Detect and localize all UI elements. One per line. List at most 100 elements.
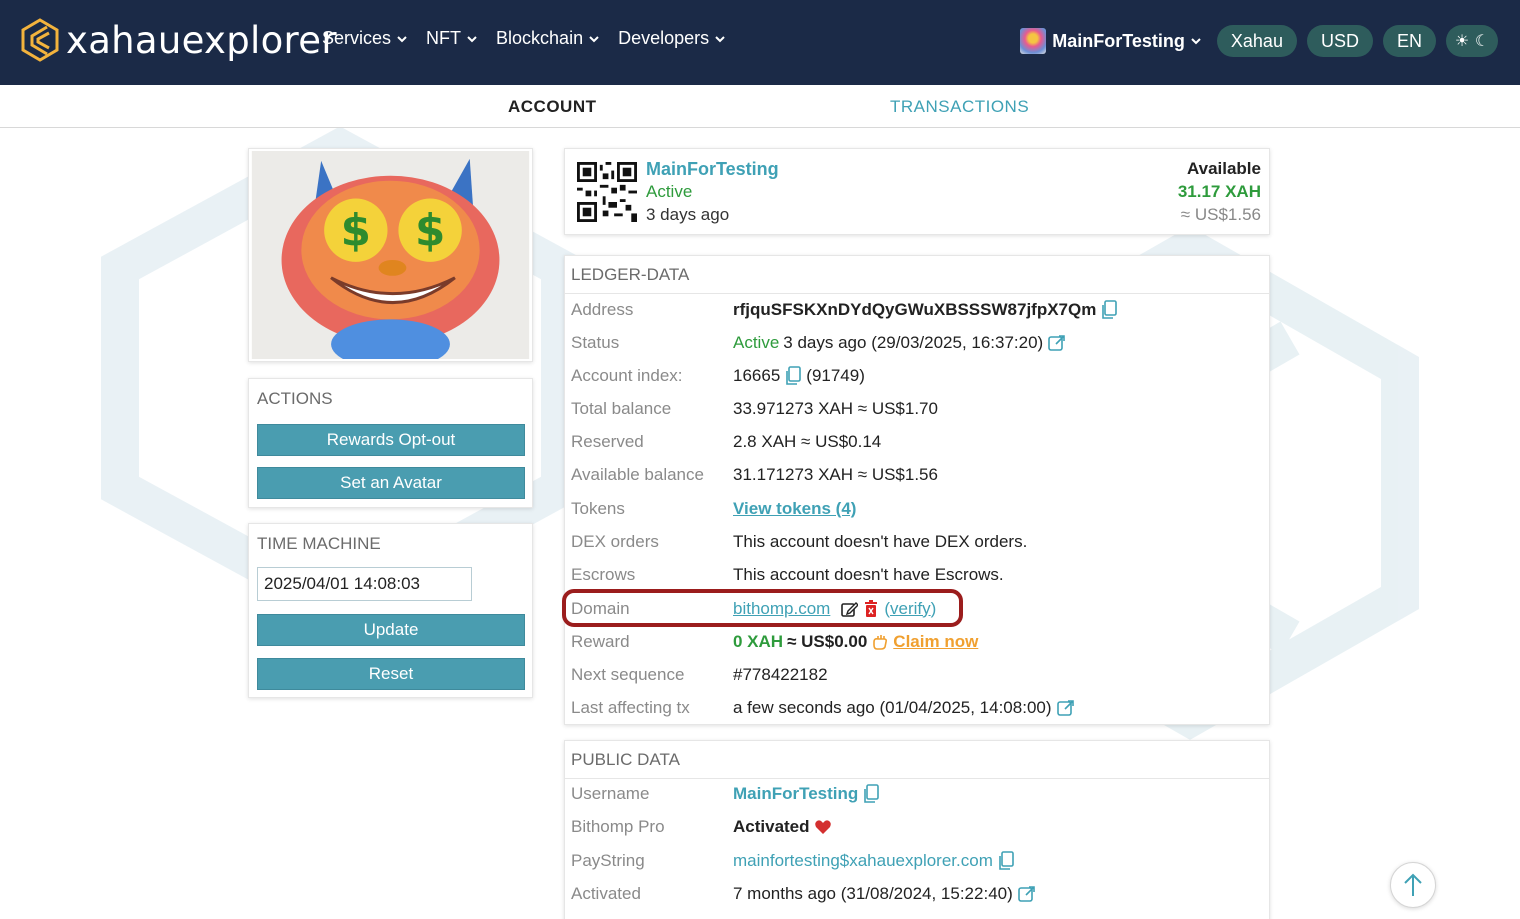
- paystring-label: PayString: [571, 850, 645, 870]
- available-xah: 31.17 XAH: [1177, 182, 1261, 201]
- status-value: Active 3 days ago (29/03/2025, 16:37:20): [733, 332, 1066, 353]
- claim-now-link[interactable]: Claim now: [893, 632, 978, 652]
- chevron-down-icon: [467, 35, 477, 42]
- actions-panel: ACTIONS Rewards Opt-out Set an Avatar: [248, 378, 533, 508]
- table-row: Next sequence #778422182: [565, 658, 1269, 691]
- reserved-label: Reserved: [571, 431, 644, 451]
- bithomp-pro-label: Bithomp Pro: [571, 816, 665, 836]
- sun-icon: ☀: [1454, 33, 1470, 50]
- external-link-icon[interactable]: [1047, 333, 1066, 353]
- reward-label: Reward: [571, 631, 630, 651]
- last-tx-value: a few seconds ago (01/04/2025, 14:08:00): [733, 698, 1074, 718]
- external-link-icon[interactable]: [1056, 698, 1074, 718]
- address-label: Address: [571, 299, 634, 319]
- nav-nft[interactable]: NFT: [426, 28, 477, 49]
- reward-value: 0 XAH ≈ US$0.00 Claim now: [733, 632, 978, 652]
- time-machine-panel: TIME MACHINE Update Reset: [248, 523, 533, 698]
- next-sequence-value: #778422182: [733, 664, 828, 684]
- available-label: Available: [1186, 159, 1261, 178]
- table-row: Total balance 33.971273 XAH ≈ US$1.70: [565, 392, 1269, 425]
- account-avatar-image: $ $: [251, 151, 530, 369]
- user-menu[interactable]: MainForTesting: [1020, 28, 1201, 54]
- total-balance-label: Total balance: [571, 398, 672, 418]
- logo[interactable]: xahauexplorer: [20, 16, 337, 64]
- view-tokens-link[interactable]: View tokens (4): [733, 499, 856, 519]
- avatar: [1020, 28, 1047, 54]
- account-summary-card: MainForTesting Active 3 days ago Availab…: [564, 148, 1270, 235]
- account-tabs: ACCOUNT TRANSACTIONS: [0, 85, 1520, 128]
- address-text: rfjquSFSKXnDYdQyGWuXBSSSW87jfpX7Qm: [733, 299, 1097, 319]
- activated-text: 7 months ago (31/08/2024, 15:22:40): [733, 883, 1013, 903]
- table-row: Account index: 16665 (91749): [565, 359, 1269, 392]
- edit-icon[interactable]: [840, 599, 859, 619]
- table-row: Available balance 31.171273 XAH ≈ US$1.5…: [565, 458, 1269, 491]
- available-balance-label: Available balance: [571, 464, 704, 484]
- copy-icon[interactable]: [862, 783, 880, 804]
- chevron-down-icon: [397, 35, 407, 42]
- table-row: Status Active 3 days ago (29/03/2025, 16…: [565, 326, 1269, 359]
- reset-button[interactable]: Reset: [257, 658, 525, 690]
- set-avatar-button[interactable]: Set an Avatar: [257, 467, 525, 499]
- domain-label: Domain: [571, 598, 630, 618]
- moon-icon: ☾: [1474, 33, 1490, 50]
- account-index-label: Account index:: [571, 365, 683, 385]
- reward-usd: ≈ US$0.00: [787, 631, 868, 651]
- account-index-extra: (91749): [806, 365, 865, 385]
- main-nav: Services NFT Blockchain Developers: [322, 28, 725, 49]
- account-age: 3 days ago: [646, 205, 730, 224]
- table-row: DEX orders This account doesn't have DEX…: [565, 525, 1269, 558]
- username-link[interactable]: MainForTesting: [733, 784, 858, 804]
- table-row: Activated 7 months ago (31/08/2024, 15:2…: [565, 877, 1269, 910]
- verify-paren-close: ): [930, 598, 937, 618]
- dex-orders-label: DEX orders: [571, 531, 659, 551]
- paystring-link[interactable]: mainfortesting$xahauexplorer.com: [733, 851, 993, 871]
- copy-icon[interactable]: [784, 365, 802, 386]
- nav-blockchain[interactable]: Blockchain: [496, 28, 599, 49]
- theme-toggle[interactable]: ☀ ☾: [1446, 25, 1498, 57]
- last-tx-label: Last affecting tx: [571, 697, 690, 717]
- verify-link[interactable]: verify: [890, 599, 931, 619]
- activated-label: Activated: [571, 883, 641, 903]
- tab-transactions[interactable]: TRANSACTIONS: [890, 97, 1029, 117]
- qr-code-icon[interactable]: [577, 162, 637, 222]
- copy-icon[interactable]: [997, 850, 1015, 871]
- table-row: Last affecting tx a few seconds ago (01/…: [565, 691, 1269, 724]
- currency-switch[interactable]: USD: [1306, 25, 1373, 57]
- language-switch[interactable]: EN: [1382, 25, 1436, 57]
- arrow-up-icon: [1404, 873, 1422, 896]
- nav-developers-label: Developers: [618, 28, 710, 48]
- account-avatar-card: $ $: [248, 148, 533, 369]
- rewards-optout-button[interactable]: Rewards Opt-out: [257, 424, 525, 456]
- external-link-icon[interactable]: [1017, 884, 1035, 904]
- nav-services[interactable]: Services: [322, 28, 407, 49]
- status-label: Status: [571, 332, 620, 352]
- table-row: Reward 0 XAH ≈ US$0.00 Claim now: [565, 625, 1269, 658]
- nav-blockchain-label: Blockchain: [496, 28, 584, 48]
- update-button[interactable]: Update: [257, 614, 525, 646]
- copy-icon[interactable]: [1100, 299, 1118, 320]
- bithomp-pro-status: Activated: [733, 816, 810, 836]
- bithomp-pro-value: Activated: [733, 817, 832, 837]
- escrows-value: This account doesn't have Escrows.: [733, 564, 1004, 584]
- domain-link[interactable]: bithomp.com: [733, 599, 830, 619]
- time-machine-date-input[interactable]: [257, 567, 472, 601]
- status-date: 3 days ago (29/03/2025, 16:37:20): [783, 332, 1044, 352]
- nav-nft-label: NFT: [426, 28, 462, 48]
- tab-account[interactable]: ACCOUNT: [508, 97, 597, 117]
- network-switch[interactable]: Xahau: [1216, 25, 1297, 57]
- table-row: Reserved 2.8 XAH ≈ US$0.14: [565, 425, 1269, 458]
- table-row: Address rfjquSFSKXnDYdQyGWuXBSSSW87jfpX7…: [565, 293, 1269, 326]
- account-name[interactable]: MainForTesting: [646, 159, 779, 180]
- domain-value: bithomp.com (verify): [733, 599, 936, 619]
- delete-icon[interactable]: [862, 599, 880, 619]
- account-index-number: 16665: [733, 365, 781, 385]
- last-tx-text: a few seconds ago (01/04/2025, 14:08:00): [733, 697, 1052, 717]
- status-badge: Active: [733, 332, 780, 352]
- scroll-to-top-button[interactable]: [1390, 862, 1436, 908]
- account-index-value: 16665 (91749): [733, 366, 865, 386]
- nav-developers[interactable]: Developers: [618, 28, 725, 49]
- claim-hand-icon: [873, 634, 888, 650]
- nav-services-label: Services: [322, 28, 392, 48]
- time-machine-title: TIME MACHINE: [257, 534, 381, 553]
- svg-text:$: $: [415, 206, 445, 256]
